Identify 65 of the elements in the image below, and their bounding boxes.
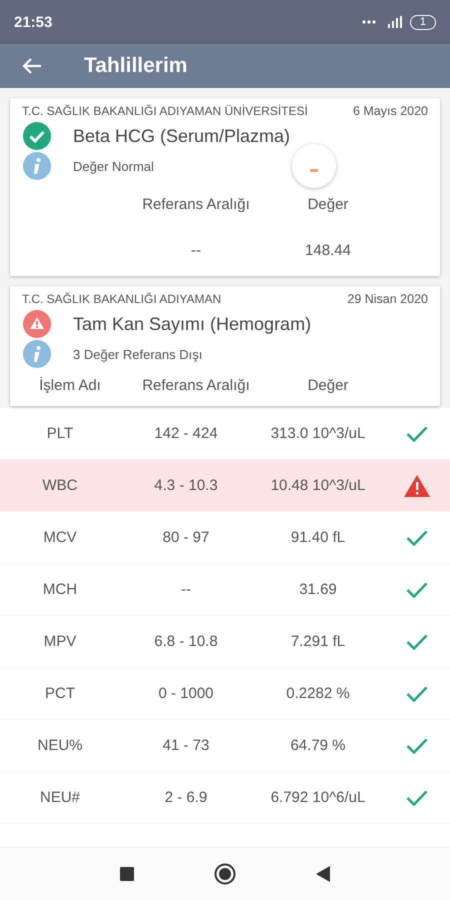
info-icon — [23, 152, 51, 180]
check-icon — [406, 530, 428, 546]
test-value: 313.0 10^3/uL — [270, 425, 366, 442]
result-row[interactable]: NEU# 2 - 6.9 6.792 10^6/uL — [0, 772, 450, 824]
test-name: PCT — [44, 685, 76, 702]
reference-range: 80 - 97 — [162, 529, 210, 546]
column-header: İşlem Adı — [38, 376, 102, 394]
result-row[interactable]: MCV 80 - 97 91.40 fL — [0, 512, 450, 564]
institution-name: T.C. SAĞLIK BAKANLIĞI ADIYAMAN ÜNİVERSİTESİ — [22, 104, 308, 118]
check-icon — [406, 686, 428, 702]
test-name: PLT — [46, 425, 74, 442]
report-card[interactable]: T.C. SAĞLIK BAKANLIĞI ADIYAMAN 29 Nisan 2020 Tam Kan Sayımı (Hemogram) 3 Değer Referans Dışı İşlem Adı Referans Aralığı Değer — [10, 286, 440, 406]
warning-icon — [404, 474, 430, 496]
test-value: 10.48 10^3/uL — [270, 477, 366, 494]
test-name: WBC — [42, 477, 78, 494]
column-header: Referans Aralığı — [141, 196, 251, 212]
reference-range: 6.8 - 10.8 — [153, 633, 219, 650]
table-cell-text: -- — [190, 242, 202, 258]
result-row[interactable]: PCT 0 - 1000 0.2282 % — [0, 668, 450, 720]
result-summary: 3 Değer Referans Dışı — [73, 346, 202, 362]
check-icon — [406, 738, 428, 754]
check-icon — [406, 582, 428, 598]
column-header: Değer — [306, 376, 350, 394]
test-value: 7.291 fL — [290, 633, 346, 650]
report-date: 29 Nisan 2020 — [347, 292, 428, 306]
table-cell-text: 148.44 — [304, 242, 352, 258]
result-row[interactable]: NEU% 41 - 73 64.79 % — [0, 720, 450, 772]
reference-range: 2 - 6.9 — [164, 789, 208, 806]
reference-range: 4.3 - 10.3 — [153, 477, 219, 494]
test-title: Tam Kan Sayımı (Hemogram) — [73, 314, 312, 334]
result-summary: Değer Normal — [73, 158, 154, 174]
test-title: Beta HCG (Serum/Plazma) — [73, 126, 290, 146]
test-name: MCV — [42, 529, 78, 546]
screen-title: Tahlillerim — [84, 54, 188, 78]
test-value: 64.79 % — [289, 737, 347, 754]
info-icon — [23, 340, 51, 368]
test-name: NEU% — [36, 737, 84, 754]
test-value: 31.69 — [298, 581, 338, 598]
reference-range: 142 - 424 — [153, 425, 219, 442]
institution-name: T.C. SAĞLIK BAKANLIĞI ADIYAMAN — [22, 292, 222, 306]
column-header: Değer — [306, 196, 350, 212]
test-value: 6.792 10^6/uL — [270, 789, 366, 806]
result-row[interactable]: MPV 6.8 - 10.8 7.291 fL — [0, 616, 450, 668]
result-row[interactable]: WBC 4.3 - 10.3 10.48 10^3/uL — [0, 460, 450, 512]
back-arrow-icon[interactable] — [22, 57, 42, 75]
test-name: MPV — [42, 633, 78, 650]
check-icon — [406, 634, 428, 650]
column-header: Referans Aralığı — [141, 376, 251, 394]
test-value: 0.2282 % — [285, 685, 351, 702]
report-card[interactable]: T.C. SAĞLIK BAKANLIĞI ADIYAMAN ÜNİVERSİTESİ 6 Mayıs 2020 Beta HCG (Serum/Plazma) Değer Normal Referans Aralığı Değer -- 148.44 — [10, 98, 440, 276]
reference-range: 41 - 73 — [162, 737, 210, 754]
test-value: 91.40 fL — [290, 529, 346, 546]
test-name: NEU# — [38, 789, 81, 806]
more-dots-icon — [362, 20, 376, 24]
battery-indicator: 1 — [410, 14, 436, 30]
test-name: MCH — [42, 581, 78, 598]
clock-time: 21:53 — [14, 14, 52, 30]
home-circle-icon[interactable] — [214, 863, 236, 885]
report-date: 6 Mayıs 2020 — [352, 104, 428, 118]
back-triangle-icon[interactable] — [316, 866, 330, 882]
reference-range: -- — [180, 581, 192, 598]
check-icon — [406, 790, 428, 806]
reference-range: 0 - 1000 — [157, 685, 215, 702]
result-row[interactable]: MCH -- 31.69 — [0, 564, 450, 616]
check-icon — [406, 426, 428, 442]
